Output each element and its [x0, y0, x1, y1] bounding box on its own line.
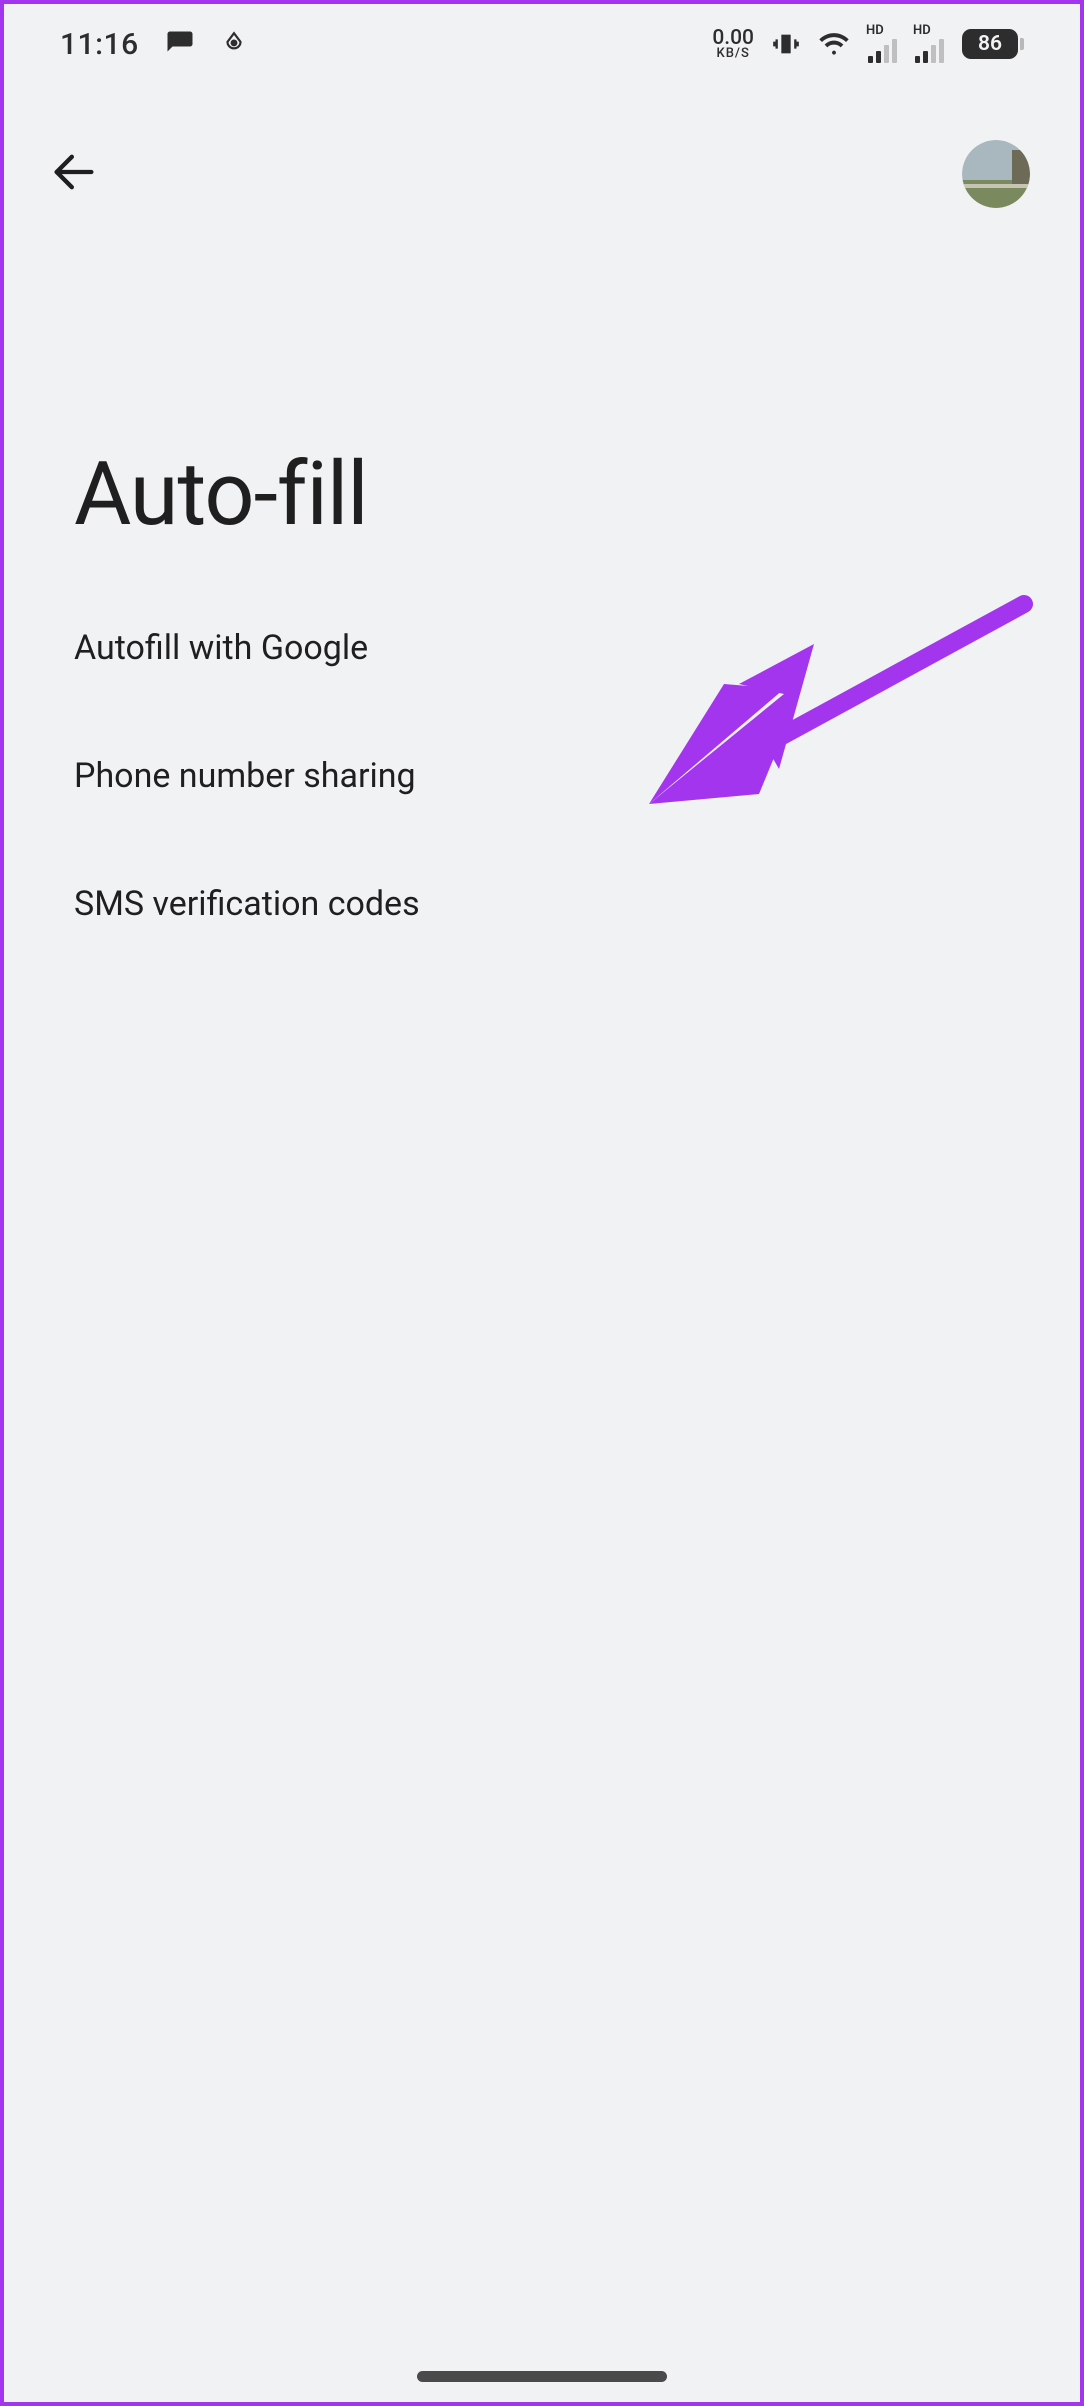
settings-list: Autofill with Google Phone number sharin…	[4, 584, 1080, 968]
vibrate-icon	[772, 30, 800, 58]
status-clock: 11:16	[60, 27, 139, 62]
data-rate-indicator: 0.00 KB/S	[712, 29, 754, 60]
list-item-phone-number-sharing[interactable]: Phone number sharing	[4, 712, 1080, 840]
back-button[interactable]	[44, 144, 104, 204]
navigation-handle[interactable]	[417, 2371, 667, 2382]
wifi-icon	[818, 28, 850, 60]
account-avatar[interactable]	[962, 140, 1030, 208]
arrow-back-icon	[48, 146, 100, 202]
list-item-label: Phone number sharing	[74, 756, 416, 796]
list-item-label: SMS verification codes	[74, 884, 420, 924]
app-bar	[4, 114, 1080, 234]
signal-indicator-1: HD	[868, 25, 897, 63]
location-icon	[221, 31, 247, 57]
chat-notification-icon	[165, 29, 195, 59]
list-item-label: Autofill with Google	[74, 628, 368, 668]
status-bar: 11:16 0.00 KB/S HD HD	[4, 4, 1080, 84]
battery-indicator: 86	[962, 29, 1024, 59]
list-item-sms-verification-codes[interactable]: SMS verification codes	[4, 840, 1080, 968]
list-item-autofill-with-google[interactable]: Autofill with Google	[4, 584, 1080, 712]
signal-indicator-2: HD	[915, 25, 944, 63]
page-title: Auto-fill	[74, 443, 368, 546]
